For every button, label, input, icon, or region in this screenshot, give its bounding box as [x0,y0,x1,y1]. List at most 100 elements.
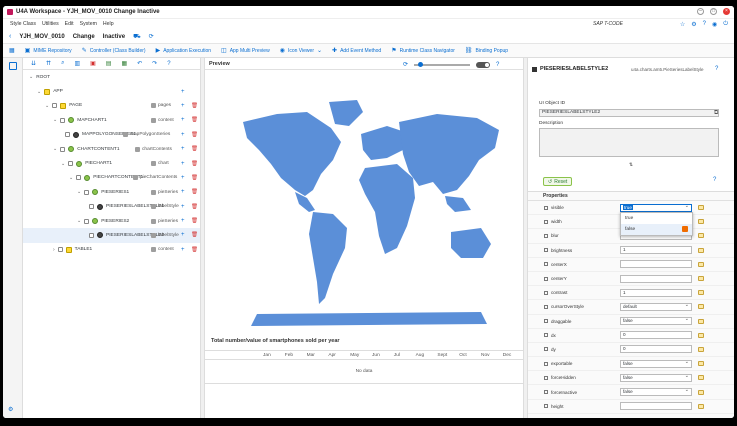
menu-style-class[interactable]: Style Class [10,21,36,27]
delete-row-icon[interactable]: 🗑 [191,132,198,138]
tree-row[interactable]: ⌄ PIESERIES2 pieSeries + 🗑 [23,214,200,228]
panel-help-icon[interactable]: ? [715,66,718,72]
binding-folder-icon[interactable] [698,290,704,296]
copy-id-icon[interactable]: ⧉ [714,110,718,117]
binding-folder-icon[interactable] [698,318,704,324]
activate-icon[interactable]: ⛟ [133,33,141,41]
property-value-dy[interactable]: 0 [620,345,692,354]
toolbar-add-event[interactable]: ✚ Add Event Method [332,47,381,55]
property-value-contrast[interactable]: 1 [620,288,692,297]
checkbox[interactable] [68,161,74,167]
property-value-cursorOverStyle[interactable]: default [620,302,692,311]
collapse-icon[interactable]: ⌄ [37,89,41,95]
star-icon[interactable]: ☆ [680,21,685,28]
preview-toggle[interactable] [476,61,491,68]
delete-row-icon[interactable]: 🗑 [191,146,198,152]
binding-folder-icon[interactable] [698,219,704,225]
delete-row-icon[interactable]: 🗑 [191,103,198,109]
sap-tcode-label[interactable]: SAP T-CODE [593,21,623,27]
tree-row[interactable]: ⌄ PIECHARTCONTENT1 pieChartContents + 🗑 [23,171,200,185]
maximize-icon[interactable]: □ [710,8,717,15]
binding-folder-icon[interactable] [698,361,704,367]
binding-folder-icon[interactable] [698,375,704,381]
property-value-centerY[interactable] [620,274,692,283]
add-icon[interactable]: + [181,218,185,224]
tree-row[interactable]: ⌄ MAPCHART1 content + 🗑 [23,113,200,127]
delete-row-icon[interactable]: 🗑 [191,161,198,167]
property-value-visible[interactable]: true [620,203,692,212]
delete-row-icon[interactable]: 🗑 [191,204,198,210]
layout-button[interactable]: ▦ [9,47,15,54]
settings-icon[interactable]: ⚙ [691,21,696,28]
binding-folder-icon[interactable] [698,389,704,395]
checkbox[interactable] [76,175,82,181]
tree-row-selected[interactable]: PIESERIESLABELSTYLE2 labelStyle + 🗑 [23,228,200,243]
checkbox[interactable] [89,204,94,210]
checkbox[interactable] [65,132,70,138]
tree-help-icon[interactable]: ? [167,61,170,67]
checkbox[interactable] [52,103,58,109]
tree-row[interactable]: PIESERIESLABELSTYLE1 labelStyle + 🗑 [23,200,200,214]
menu-edit[interactable]: Edit [65,21,74,27]
collapse-icon[interactable]: ⌄ [61,161,65,167]
delete-row-icon[interactable]: 🗑 [191,218,198,224]
add-icon[interactable]: + [181,232,185,238]
binding-folder-icon[interactable] [698,233,704,239]
add-icon[interactable]: + [181,117,185,123]
menu-system[interactable]: System [80,21,97,27]
properties-help-icon[interactable]: ? [713,177,716,183]
toolbar-binding-popup[interactable]: ⛓ Binding Popup [465,47,508,55]
add-icon[interactable]: + [181,247,185,253]
preview-refresh-icon[interactable]: ⟳ [403,61,408,68]
property-value-draggable[interactable]: false [620,316,692,326]
tree-row[interactable]: ⌄ PAGE pages + 🗑 [23,99,200,113]
delete-row-icon[interactable]: 🗑 [191,117,198,123]
collapse-icon[interactable]: ⌄ [29,74,33,80]
copy-icon[interactable]: ▤ [106,60,112,67]
toolbar-icon-viewer[interactable]: ◉ Icon Viewer ⌄ [280,47,322,55]
add-icon[interactable]: + [181,103,185,109]
help-icon[interactable]: ? [703,21,706,28]
user-icon[interactable]: ◉ [712,21,717,28]
collapse-icon[interactable]: ⌄ [53,146,57,152]
add-icon[interactable]: + [181,89,185,95]
reset-button[interactable]: ↺ Reset [543,177,573,186]
tree-row[interactable]: ⌄ CHARTCONTENT1 chartContents + 🗑 [23,142,200,156]
binding-folder-icon[interactable] [698,346,704,352]
undo-icon[interactable]: ↶ [137,60,142,67]
collapse-icon[interactable]: ⌄ [45,103,49,109]
property-value-dx[interactable]: 0 [620,331,692,340]
add-icon[interactable]: + [181,161,185,167]
panel-splitter-icon[interactable]: ⇅ [528,162,734,168]
delete-icon[interactable]: ▣ [90,60,96,67]
add-icon[interactable]: + [181,132,185,138]
property-value-forceInactive[interactable]: false [620,387,692,397]
property-value-height[interactable] [620,402,692,411]
description-field[interactable] [539,128,719,157]
property-value-exportable[interactable]: false [620,359,692,368]
search-icon[interactable]: ⌕ [61,60,64,67]
tree-row[interactable]: MAPPOLYGONSERIES1 mapPolygonSeries + 🗑 [23,128,200,142]
checkbox[interactable] [84,218,90,224]
menu-help[interactable]: Help [103,21,114,27]
property-value-centerX[interactable] [620,260,692,269]
add-icon[interactable]: + [181,146,185,152]
paste-icon[interactable]: ▦ [121,60,127,67]
checkbox[interactable] [60,146,66,152]
toolbar-controller[interactable]: ✎ Controller (Class Builder) [82,47,146,55]
power-icon[interactable]: ⏻ [723,21,728,28]
columns-icon[interactable]: ▥ [74,60,80,67]
binding-folder-icon[interactable] [698,304,704,310]
minimize-icon[interactable]: – [697,8,704,15]
expand-all-icon[interactable]: ⇊ [31,60,36,67]
refresh-icon[interactable]: ⟳ [149,33,154,40]
binding-folder-icon[interactable] [698,247,704,253]
binding-folder-icon[interactable] [698,261,704,267]
preview-help-icon[interactable]: ? [496,62,499,68]
binding-folder-icon[interactable] [698,403,704,409]
tree-row[interactable]: ⌄ PIESERIES1 pieSeries + 🗑 [23,185,200,199]
add-icon[interactable]: + [181,204,185,210]
toolbar-app-execution[interactable]: ▶ Application Execution [156,47,211,55]
delete-row-icon[interactable]: 🗑 [191,189,198,195]
collapse-icon[interactable]: ⌄ [53,117,57,123]
